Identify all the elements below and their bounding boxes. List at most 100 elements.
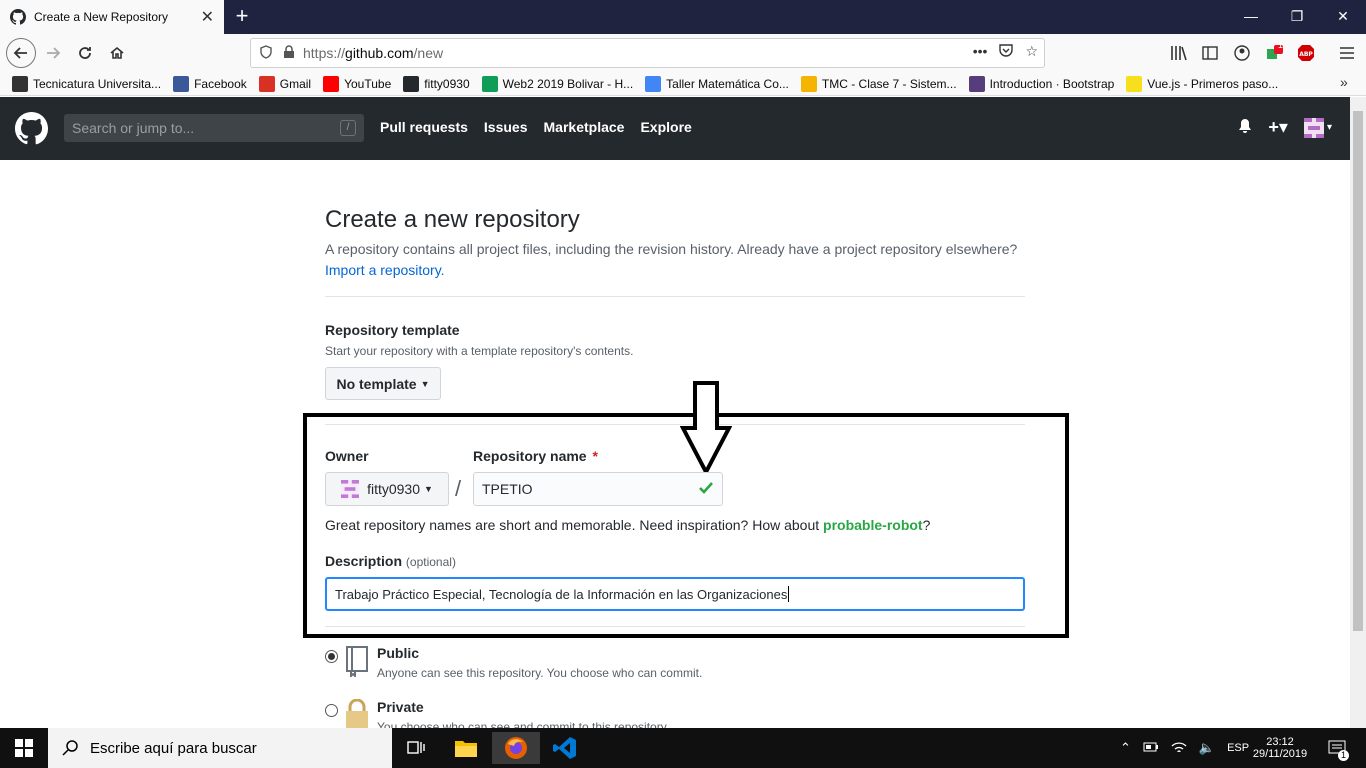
github-favicon-icon [10,9,26,25]
back-arrow-icon[interactable] [6,38,36,68]
nav-explore[interactable]: Explore [640,119,691,135]
repo-public-icon [345,645,369,680]
adblock-plus-icon[interactable]: ABP [1291,38,1321,68]
required-asterisk: * [592,448,598,464]
template-note: Start your repository with a template re… [325,344,634,358]
notification-center-icon[interactable]: 1 [1322,728,1352,768]
github-nav: Pull requests Issues Marketplace Explore [380,119,692,135]
gmail-icon [258,75,275,92]
text-cursor [788,586,790,602]
name-suggestion-link[interactable]: probable-robot [823,517,923,533]
scrollbar-thumb[interactable] [1353,111,1363,631]
bookmark-item[interactable]: fitty0930 [403,75,470,92]
minimize-icon[interactable]: — [1228,0,1274,34]
restore-icon[interactable]: ❐ [1274,0,1320,34]
lock-icon[interactable] [283,44,295,62]
page-scrollbar[interactable] [1350,97,1366,728]
new-tab-icon[interactable]: + [230,4,254,28]
user-avatar[interactable]: ▾ [1303,117,1332,138]
battery-icon[interactable] [1143,742,1159,755]
import-repository-link[interactable]: Import a repository. [325,262,445,278]
template-select-button[interactable]: No template ▼ [325,367,441,400]
bookmark-item[interactable]: Gmail [258,75,312,92]
vue-icon [1126,75,1143,92]
bookmark-item[interactable]: Introduction · Bootstrap [968,75,1115,92]
description-value: Trabajo Práctico Especial, Tecnología de… [335,586,788,602]
owner-value: fitty0930 [367,481,420,497]
page-icon [645,75,662,92]
file-explorer-icon[interactable] [442,732,490,764]
bookmark-item[interactable]: Facebook [173,75,247,92]
bookmark-star-icon[interactable]: ☆ [1025,43,1038,60]
clock[interactable]: 23:12 29/11/2019 [1250,728,1310,768]
divider [325,626,1025,627]
bookmark-label: Vue.js - Primeros paso... [1147,76,1279,91]
private-radio[interactable] [325,704,338,717]
public-radio[interactable] [325,650,338,663]
library-icon[interactable] [1164,38,1194,68]
tray-chevron-up-icon[interactable]: ⌃ [1120,740,1131,756]
bookmark-label: Taller Matemática Co... [666,76,789,91]
firefox-icon[interactable] [492,732,540,764]
hamburger-menu-icon[interactable] [1332,38,1362,68]
task-view-icon[interactable] [392,732,440,764]
forward-arrow-icon[interactable] [38,38,68,68]
divider [325,296,1025,297]
account-icon[interactable] [1227,38,1257,68]
nav-pull-requests[interactable]: Pull requests [380,119,468,135]
owner-select-button[interactable]: fitty0930 ▼ [325,472,449,506]
nav-issues[interactable]: Issues [484,119,528,135]
facebook-icon [173,75,190,92]
bookmark-item[interactable]: Tecnicatura Universita... [12,75,161,92]
vscode-icon[interactable] [541,732,589,764]
description-label: Description (optional) [325,553,456,569]
description-input[interactable]: Trabajo Práctico Especial, Tecnología de… [325,577,1025,611]
taskbar-search-placeholder: Escribe aquí para buscar [90,739,257,757]
reload-icon[interactable] [70,38,100,68]
bookmark-item[interactable]: Vue.js - Primeros paso... [1126,75,1279,92]
home-icon[interactable] [102,38,132,68]
bookmark-item[interactable]: TMC - Clase 7 - Sistem... [800,75,957,92]
bookmark-label: Introduction · Bootstrap [989,76,1115,91]
public-note: Anyone can see this repository. You choo… [377,666,703,680]
bookmarks-overflow-icon[interactable]: » [1340,74,1348,90]
search-placeholder: Search or jump to... [72,120,195,136]
create-new-plus-icon[interactable]: +▾ [1268,117,1288,138]
bookmark-label: Web2 2019 Bolivar - H... [502,76,634,91]
private-label: Private [377,699,424,715]
url-prefix: https:// [303,45,346,61]
bookmark-label: Gmail [279,76,312,91]
taskbar-search-input[interactable]: Escribe aquí para buscar [48,728,392,768]
windows-start-icon[interactable] [0,732,48,764]
name-hint: Great repository names are short and mem… [325,517,930,533]
wifi-icon[interactable] [1171,740,1187,757]
repo-name-input[interactable]: TPETIO [473,472,723,506]
system-tray: ⌃ 🔈 ESP [1120,728,1249,768]
github-search-input[interactable]: Search or jump to... / [64,114,364,142]
language-indicator[interactable]: ESP [1227,742,1249,754]
sidebar-icon[interactable] [1195,38,1225,68]
url-bar[interactable]: https://github.com/new ••• ☆ [250,38,1045,68]
page-actions-icon[interactable]: ••• [973,43,988,60]
pocket-icon[interactable] [999,43,1014,60]
nav-marketplace[interactable]: Marketplace [544,119,625,135]
name-hint-end: ? [922,517,931,533]
owner-label: Owner [325,448,369,464]
bookmark-item[interactable]: YouTube [323,75,391,92]
extension-puzzle-icon[interactable]: 1 [1259,38,1289,68]
repo-name-label-text: Repository name [473,448,587,464]
bookmark-item[interactable]: Web2 2019 Bolivar - H... [481,75,634,92]
windows-taskbar: Escribe aquí para buscar ⌃ 🔈 ESP 23:12 2… [0,728,1366,768]
bookmark-item[interactable]: Taller Matemática Co... [645,75,789,92]
repo-name-value: TPETIO [482,481,533,497]
browser-tab-active[interactable]: Create a New Repository ✕ [0,0,224,34]
notifications-bell-icon[interactable] [1238,118,1252,137]
github-logo-icon[interactable] [15,112,49,145]
shield-icon[interactable] [259,44,273,62]
page-title: Create a new repository [325,206,580,233]
volume-icon[interactable]: 🔈 [1199,740,1215,756]
github-header: Search or jump to... / Pull requests Iss… [0,97,1350,160]
window-close-icon[interactable]: ✕ [1320,0,1366,34]
tab-close-icon[interactable]: ✕ [201,7,214,27]
github-icon [403,75,420,92]
